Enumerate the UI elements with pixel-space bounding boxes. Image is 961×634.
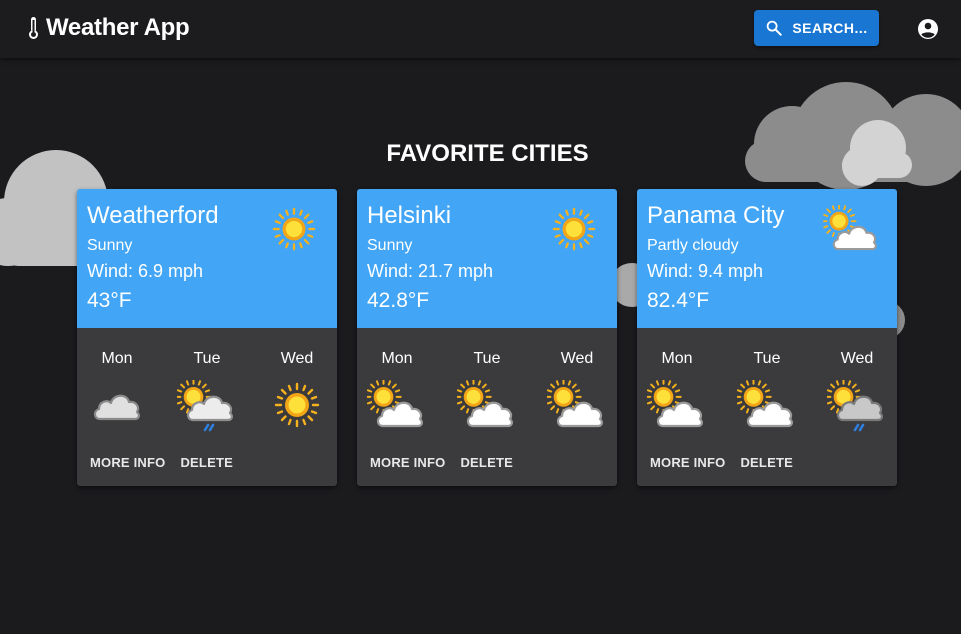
wind-speed: Wind: 9.4 mph [647,261,764,281]
partly-cloudy-icon [647,380,707,436]
card-actions: MORE INFO DELETE [90,455,233,470]
card-header: Helsinki Sunny Wind: 21.7 mph 42.8°F [357,189,617,328]
sun-icon [545,207,603,253]
city-card: Helsinki Sunny Wind: 21.7 mph 42.8°F Mon… [357,189,617,486]
weather-condition: Sunny [87,237,133,254]
weather-condition: Sunny [367,237,413,254]
forecast-day: Mon [381,350,413,367]
city-card: Weatherford Sunny Wind: 6.9 mph 43°F Mon… [77,189,337,486]
delete-button[interactable]: DELETE [740,455,792,470]
forecast-section: Mon Tue Wed MORE INFO DELETE [77,328,337,486]
forecast-day: Wed [560,350,594,367]
partly-cloudy-icon [737,380,797,436]
card-actions: MORE INFO DELETE [370,455,513,470]
more-info-button[interactable]: MORE INFO [650,455,725,470]
card-actions: MORE INFO DELETE [650,455,793,470]
card-header: Panama City Partly cloudy Wind: 9.4 mph … [637,189,897,328]
app-brand: Weather App [26,14,190,42]
forecast-day: Wed [840,350,874,367]
search-icon [767,20,783,36]
partly-cloudy-rain-icon [827,380,887,436]
forecast-day: Mon [661,350,693,367]
wind-speed: Wind: 21.7 mph [367,261,494,281]
wind-speed: Wind: 6.9 mph [87,261,204,281]
forecast-section: Mon Tue Wed MORE INFO DELETE [637,328,897,486]
sun-icon [267,380,327,436]
city-name: Weatherford [87,202,219,229]
card-header: Weatherford Sunny Wind: 6.9 mph 43°F [77,189,337,328]
forecast-day: Tue [473,350,501,367]
forecast-section: Mon Tue Wed MORE INFO DELETE [357,328,617,486]
cloud-icon [87,380,147,436]
app-title: Weather App [46,14,190,41]
sun-icon [265,207,323,253]
city-card: Panama City Partly cloudy Wind: 9.4 mph … [637,189,897,486]
partly-cloudy-rain-icon [177,380,237,436]
background-cloud-right-icon [745,82,961,190]
thermometer-icon [29,17,38,39]
weather-condition: Partly cloudy [647,237,739,254]
more-info-button[interactable]: MORE INFO [90,455,165,470]
partly-cloudy-icon [457,380,517,436]
partly-cloudy-icon [367,380,427,436]
temperature: 42.8°F [367,289,430,312]
search-button[interactable]: SEARCH... [754,10,879,46]
more-info-button[interactable]: MORE INFO [370,455,445,470]
partly-cloudy-icon [821,205,883,251]
delete-button[interactable]: DELETE [460,455,512,470]
city-name: Helsinki [367,202,452,229]
search-button-label: SEARCH... [792,20,868,36]
app-bar: Weather App SEARCH... [0,0,961,58]
section-title: FAVORITE CITIES [386,140,589,167]
delete-button[interactable]: DELETE [180,455,232,470]
forecast-day: Wed [280,350,314,367]
partly-cloudy-icon [547,380,607,436]
account-circle-icon[interactable] [916,17,940,41]
forecast-day: Mon [101,350,133,367]
temperature: 43°F [87,289,132,312]
city-name: Panama City [647,202,785,229]
forecast-day: Tue [193,350,221,367]
forecast-day: Tue [753,350,781,367]
temperature: 82.4°F [647,289,710,312]
